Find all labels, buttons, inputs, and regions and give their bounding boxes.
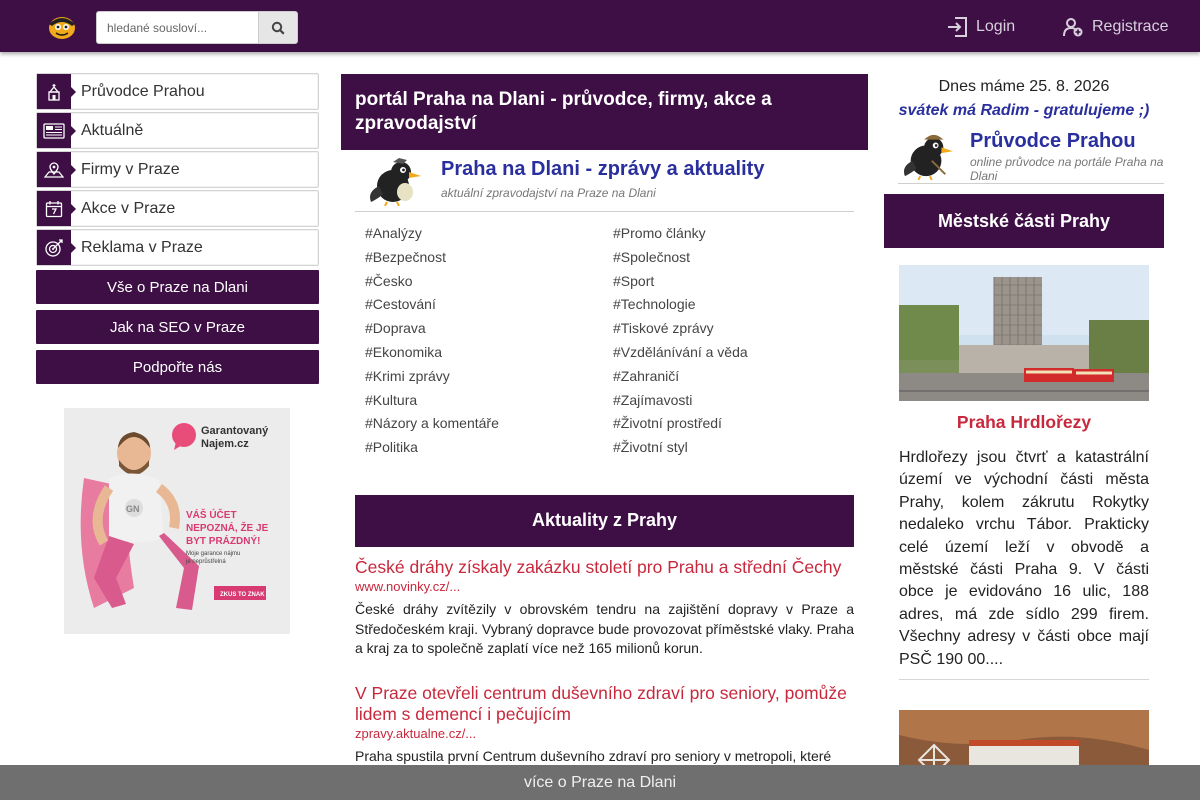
search-box bbox=[96, 11, 298, 44]
login-label: Login bbox=[976, 18, 1016, 35]
tag-link[interactable]: #Kultura bbox=[355, 389, 603, 413]
tag-link[interactable]: #Společnost bbox=[603, 246, 851, 270]
tag-link[interactable]: #Doprava bbox=[355, 317, 603, 341]
aktuality-heading: Aktuality z Prahy bbox=[355, 494, 854, 547]
sidebar-item-label: Firmy v Praze bbox=[81, 160, 180, 178]
register-label: Registrace bbox=[1092, 18, 1169, 35]
ad-slogan-line1: VÁŠ ÚČET bbox=[186, 508, 237, 521]
sidebar-item-label: Reklama v Praze bbox=[81, 238, 203, 256]
search-icon bbox=[271, 21, 285, 35]
map-pin-icon bbox=[44, 161, 64, 178]
nameday-text: svátek má Radim - gratulujeme ;) bbox=[898, 102, 1150, 119]
ad-slogan-line3: BYT PRÁZDNÝ! bbox=[186, 534, 260, 547]
seo-button[interactable]: Jak na SEO v Praze bbox=[36, 310, 319, 344]
district-name-link[interactable]: Praha Hrdlořezy bbox=[884, 412, 1164, 433]
today-date: Dnes máme 25. 8. 2026 bbox=[938, 78, 1110, 95]
crow-mascot-icon bbox=[903, 134, 953, 180]
news-subtitle: aktuální zpravodajství na Praze na Dlani bbox=[441, 186, 656, 200]
guide-title-link[interactable]: Průvodce Prahou bbox=[970, 130, 1136, 153]
site-logo[interactable] bbox=[44, 10, 80, 42]
crow-mascot-icon bbox=[370, 158, 421, 206]
article-text: České dráhy zvítězily v obrovském tendru… bbox=[355, 600, 854, 657]
tag-link[interactable]: #Promo články bbox=[603, 222, 851, 246]
login-link[interactable]: Login bbox=[946, 14, 1015, 40]
tag-link[interactable]: #Technologie bbox=[603, 293, 851, 317]
tag-link[interactable]: #Ekonomika bbox=[355, 341, 603, 365]
district-description: Hrdlořezy jsou čtvrť a katastrální území… bbox=[899, 449, 1149, 668]
news-header: Praha na Dlani - zprávy a aktuality aktu… bbox=[355, 150, 854, 212]
article-title-link[interactable]: V Praze otevřeli centrum duševního zdrav… bbox=[355, 683, 854, 725]
page-title: portál Praha na Dlani - průvodce, firmy,… bbox=[341, 74, 868, 150]
sidebar-item-aktualne[interactable]: Aktuálně bbox=[36, 112, 319, 149]
tag-link[interactable]: #Životní styl bbox=[603, 436, 851, 460]
ad-small-line2: je neprůstřelná bbox=[185, 558, 226, 565]
right-sidebar: Dnes máme 25. 8. 2026 svátek má Radim - … bbox=[884, 74, 1164, 800]
article-source-link[interactable]: www.novinky.cz/... bbox=[355, 579, 854, 594]
search-input[interactable] bbox=[96, 11, 258, 44]
tag-link[interactable]: #Sport bbox=[603, 270, 851, 294]
ad-banner[interactable]: Garantovaný Najem.cz GN VÁŠ ÚČET NEPOZNÁ… bbox=[64, 408, 290, 634]
left-sidebar: Průvodce Prahou Aktuálně Firmy v Praze A… bbox=[36, 73, 319, 390]
divider bbox=[899, 679, 1149, 681]
ad-brand-line2: Najem.cz bbox=[201, 438, 249, 450]
guide-box: Průvodce Prahou online průvodce na portá… bbox=[898, 128, 1164, 184]
tag-link[interactable]: #Česko bbox=[355, 270, 603, 294]
tag-link[interactable]: #Tiskové zprávy bbox=[603, 317, 851, 341]
church-icon bbox=[48, 83, 60, 101]
ad-slogan-line2: NEPOZNÁ, ŽE JE bbox=[186, 521, 269, 534]
search-button[interactable] bbox=[258, 11, 298, 44]
top-navbar: Login Registrace bbox=[0, 0, 1200, 52]
tag-link[interactable]: #Vzdělánívání a věda bbox=[603, 341, 851, 365]
article-title-link[interactable]: České dráhy získaly zakázku století pro … bbox=[355, 557, 854, 578]
tag-link[interactable]: #Bezpečnost bbox=[355, 246, 603, 270]
about-button[interactable]: Vše o Praze na Dlani bbox=[36, 270, 319, 304]
news-article: V Praze otevřeli centrum duševního zdrav… bbox=[355, 683, 854, 767]
news-title-link[interactable]: Praha na Dlani - zprávy a aktuality bbox=[441, 158, 764, 181]
ad-cta: ZKUS TO ZNAK bbox=[220, 592, 265, 598]
news-article: České dráhy získaly zakázku století pro … bbox=[355, 557, 854, 659]
tag-link[interactable]: #Cestování bbox=[355, 293, 603, 317]
svg-text:GN: GN bbox=[126, 504, 140, 514]
sidebar-item-reklama[interactable]: Reklama v Praze bbox=[36, 229, 319, 266]
sidebar-item-label: Průvodce Prahou bbox=[81, 82, 205, 100]
target-icon bbox=[45, 238, 63, 257]
sidebar-item-akce[interactable]: Akce v Praze bbox=[36, 190, 319, 227]
register-link[interactable]: Registrace bbox=[1062, 14, 1168, 40]
main-content: portál Praha na Dlani - průvodce, firmy,… bbox=[341, 74, 868, 766]
tag-list: #Analýzy #Promo články #Bezpečnost #Spol… bbox=[355, 222, 854, 460]
district-photo[interactable] bbox=[899, 265, 1149, 401]
bottom-bar-link[interactable]: více o Praze na Dlani bbox=[0, 765, 1200, 800]
support-button[interactable]: Podpořte nás bbox=[36, 350, 319, 384]
tag-link[interactable]: #Politika bbox=[355, 436, 603, 460]
newspaper-icon bbox=[43, 122, 65, 139]
sidebar-item-firmy[interactable]: Firmy v Praze bbox=[36, 151, 319, 188]
tag-link[interactable]: #Analýzy bbox=[355, 222, 603, 246]
ad-brand-line1: Garantovaný bbox=[201, 425, 269, 437]
tag-link[interactable]: #Životní prostředí bbox=[603, 412, 851, 436]
login-icon bbox=[948, 17, 967, 37]
guide-subtitle: online průvodce na portále Praha na Dlan… bbox=[970, 155, 1164, 183]
tag-link[interactable]: #Krimi zprávy bbox=[355, 365, 603, 389]
sidebar-item-label: Akce v Praze bbox=[81, 199, 176, 217]
calendar-icon bbox=[45, 200, 63, 217]
add-user-icon bbox=[1063, 18, 1083, 37]
tag-link[interactable]: #Zajímavosti bbox=[603, 389, 851, 413]
article-source-link[interactable]: zpravy.aktualne.cz/... bbox=[355, 726, 854, 741]
districts-heading: Městské části Prahy bbox=[884, 194, 1164, 248]
ad-small-line1: Moje garance nájmu bbox=[186, 551, 240, 557]
article-text: Praha spustila první Centrum duševního z… bbox=[355, 747, 832, 764]
sidebar-item-label: Aktuálně bbox=[81, 121, 144, 139]
sidebar-item-pruvodce[interactable]: Průvodce Prahou bbox=[36, 73, 319, 110]
tag-link[interactable]: #Názory a komentáře bbox=[355, 412, 603, 436]
tag-link[interactable]: #Zahraničí bbox=[603, 365, 851, 389]
